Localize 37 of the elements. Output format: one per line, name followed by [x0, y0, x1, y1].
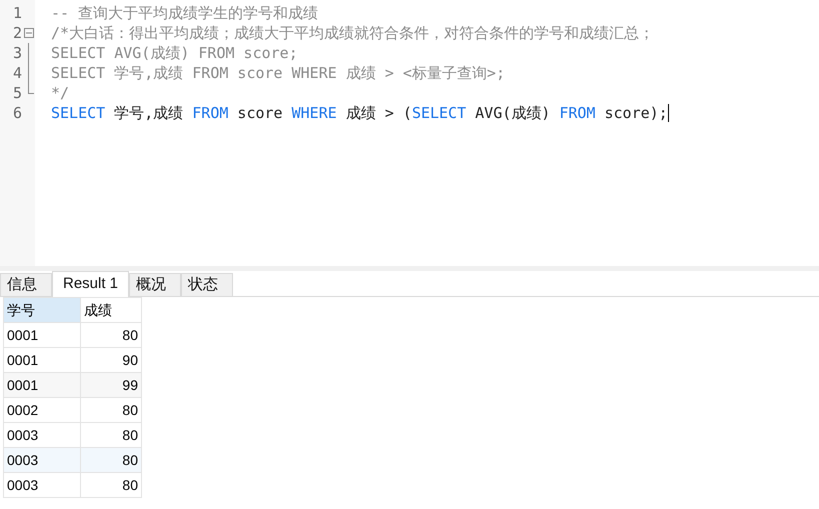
line-number: 6: [12, 102, 22, 124]
line-number: 4: [12, 62, 22, 84]
result-tab[interactable]: 信息: [0, 273, 52, 297]
sql-keyword: SELECT: [412, 102, 466, 124]
code-comment: SELECT 学号,成绩 FROM score WHERE 成绩 > <标量子查询>;: [51, 62, 505, 84]
code-comment: /*大白话：得出平均成绩；成绩大于平均成绩就符合条件，对符合条件的学号和成绩汇总；: [51, 22, 654, 44]
line-number: 1: [12, 2, 22, 24]
column-header[interactable]: 成绩: [80, 298, 142, 322]
code-comment: */: [51, 82, 70, 104]
table-row[interactable]: 0003 80: [4, 422, 142, 448]
code-text: score: [236, 102, 284, 124]
code-comment: -- 查询大于平均成绩学生的学号和成绩: [51, 2, 318, 24]
table-row[interactable]: 0001 99: [4, 372, 142, 398]
line-number: 3: [12, 42, 22, 64]
code-text: 学号,成绩: [113, 102, 184, 124]
sql-keyword: FROM: [192, 102, 228, 124]
line-number: 5: [12, 82, 22, 104]
code-text: score);: [603, 102, 668, 124]
table-cell: 0003: [4, 472, 80, 498]
result-tab[interactable]: Result 1: [52, 271, 130, 297]
table-row[interactable]: 0001 90: [4, 348, 142, 372]
sql-keyword: FROM: [559, 102, 596, 124]
sql-keyword: WHERE: [292, 102, 337, 124]
table-cell: 80: [80, 472, 142, 498]
table-row[interactable]: 0003 80: [4, 448, 142, 472]
line-number: 2: [12, 22, 22, 44]
table-row[interactable]: 0001 80: [4, 322, 142, 348]
code-text: 成绩 > (: [344, 102, 412, 124]
table-row[interactable]: 0003 80: [4, 472, 142, 498]
column-header[interactable]: 学号: [4, 298, 80, 322]
collapse-icon[interactable]: [24, 28, 34, 38]
code-comment: SELECT AVG(成绩) FROM score;: [51, 42, 298, 64]
table-row[interactable]: 0002 80: [4, 398, 142, 422]
sql-keyword: SELECT: [51, 102, 106, 124]
result-tab[interactable]: 状态: [181, 273, 234, 297]
result-tab[interactable]: 概况: [129, 273, 182, 297]
code-text: AVG(成绩): [474, 102, 552, 124]
